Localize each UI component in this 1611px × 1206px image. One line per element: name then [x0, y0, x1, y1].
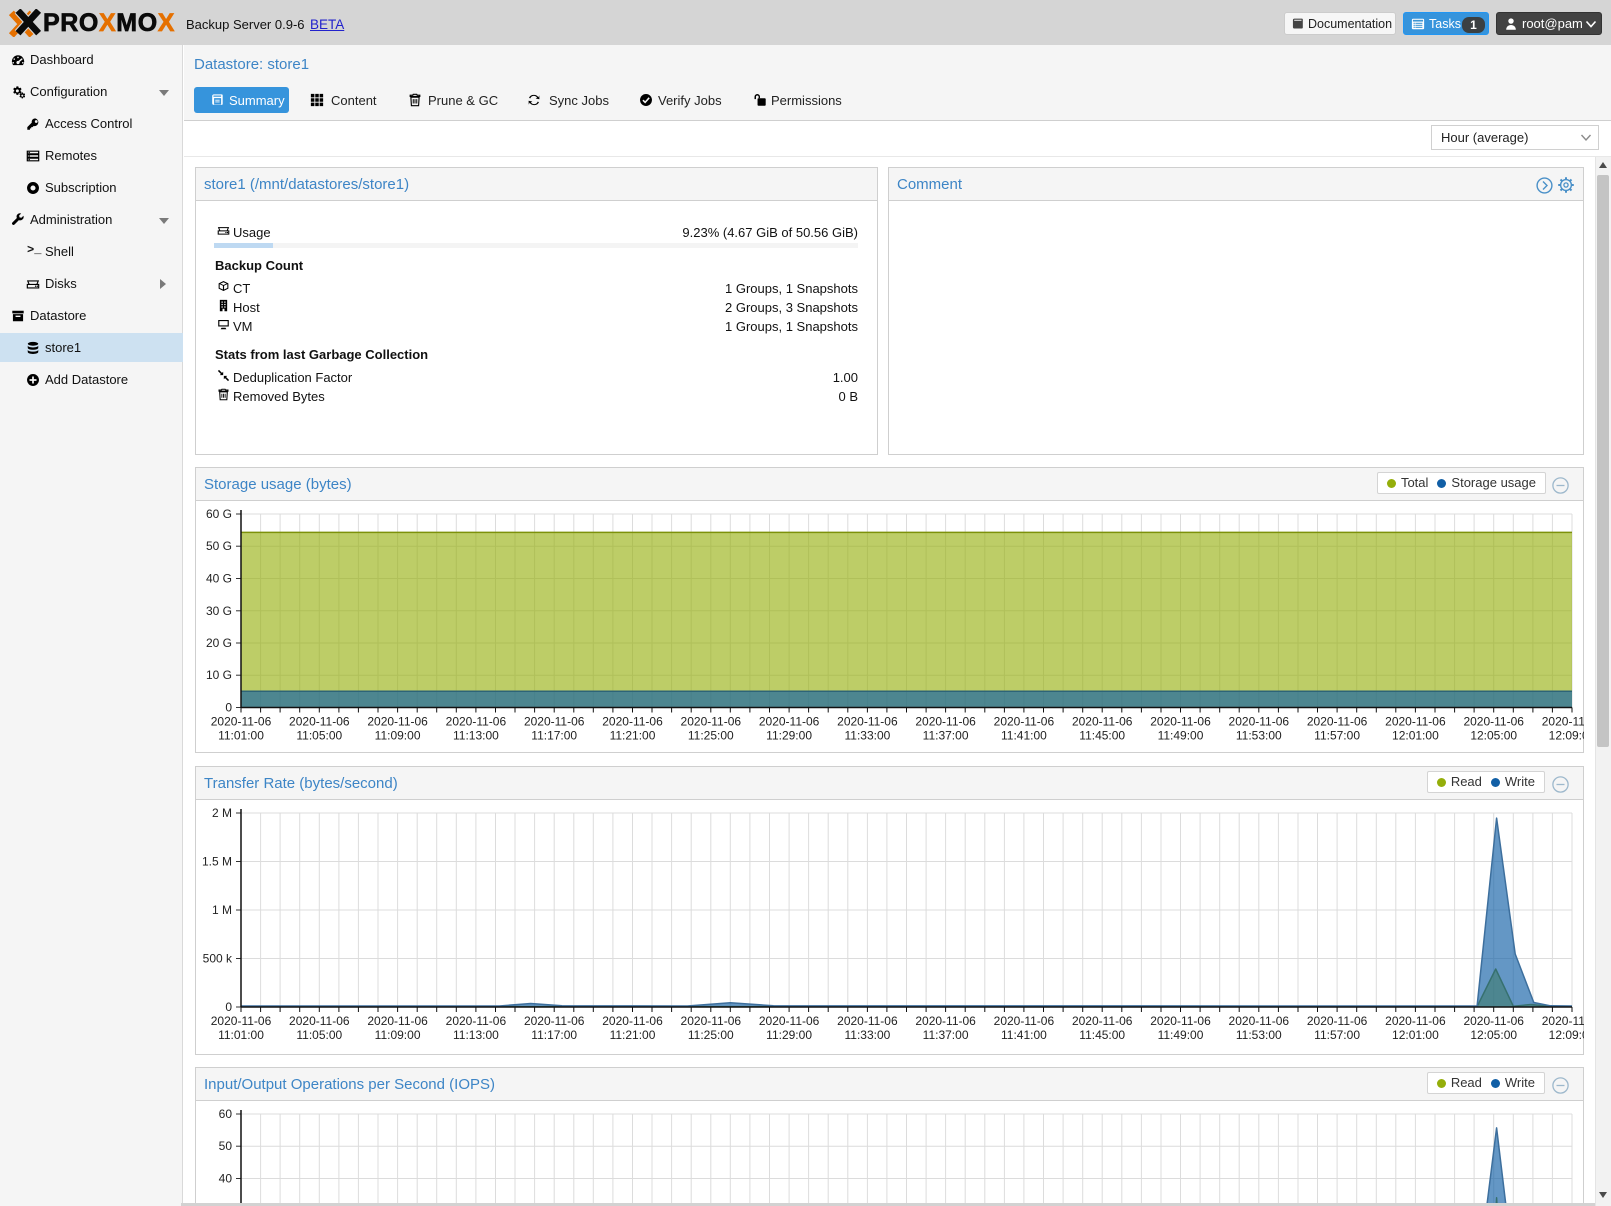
svg-text:11:33:00: 11:33:00: [844, 729, 890, 743]
svg-text:12:05:00: 12:05:00: [1470, 729, 1517, 743]
svg-text:2020-11-06: 2020-11-06: [1072, 1014, 1133, 1028]
svg-text:2020-11-06: 2020-11-06: [759, 1014, 820, 1028]
svg-text:2020-11-06: 2020-11-06: [1150, 1014, 1211, 1028]
svg-text:2020-11-06: 2020-11-06: [446, 715, 507, 729]
svg-text:2020-11-06: 2020-11-06: [1463, 715, 1524, 729]
svg-text:2020-11-06: 2020-11-06: [1150, 715, 1211, 729]
svg-text:2020-11-06: 2020-11-06: [367, 1014, 428, 1028]
svg-text:2020-11-06: 2020-11-06: [681, 715, 742, 729]
svg-text:11:05:00: 11:05:00: [296, 1028, 342, 1042]
svg-text:11:53:00: 11:53:00: [1236, 1028, 1282, 1042]
svg-text:2020-11-06: 2020-11-06: [994, 1014, 1055, 1028]
svg-text:2020-11-06: 2020-11-06: [524, 1014, 585, 1028]
svg-text:11:09:00: 11:09:00: [375, 1028, 421, 1042]
svg-text:2020-11-06: 2020-11-06: [681, 1014, 742, 1028]
svg-text:40: 40: [219, 1172, 233, 1186]
svg-text:11:01:00: 11:01:00: [218, 1028, 264, 1042]
svg-text:11:21:00: 11:21:00: [610, 729, 656, 743]
svg-text:11:41:00: 11:41:00: [1001, 1028, 1047, 1042]
svg-text:11:09:00: 11:09:00: [375, 729, 421, 743]
svg-text:11:45:00: 11:45:00: [1079, 1028, 1125, 1042]
svg-text:2 M: 2 M: [212, 806, 232, 820]
svg-text:11:57:00: 11:57:00: [1314, 729, 1360, 743]
svg-text:30 G: 30 G: [206, 604, 232, 618]
svg-text:2020-11-06: 2020-11-06: [1229, 715, 1290, 729]
svg-text:12:05:00: 12:05:00: [1470, 1028, 1517, 1042]
svg-text:500 k: 500 k: [203, 952, 233, 966]
svg-text:2020-11-06: 2020-11-06: [524, 715, 585, 729]
svg-text:50: 50: [219, 1139, 233, 1153]
svg-text:10 G: 10 G: [206, 668, 232, 682]
svg-text:11:49:00: 11:49:00: [1158, 729, 1204, 743]
svg-text:2020-11-06: 2020-11-06: [1542, 1014, 1584, 1028]
svg-text:0: 0: [225, 1000, 232, 1014]
svg-text:2020-11-06: 2020-11-06: [1307, 715, 1368, 729]
svg-text:1.5 M: 1.5 M: [202, 855, 232, 869]
svg-text:11:25:00: 11:25:00: [688, 729, 734, 743]
svg-text:1 M: 1 M: [212, 903, 232, 917]
svg-text:2020-11-06: 2020-11-06: [837, 715, 898, 729]
svg-text:11:21:00: 11:21:00: [610, 1028, 656, 1042]
svg-text:2020-11-06: 2020-11-06: [1229, 1014, 1290, 1028]
svg-text:2020-11-06: 2020-11-06: [915, 715, 976, 729]
svg-text:11:37:00: 11:37:00: [923, 729, 969, 743]
svg-text:2020-11-06: 2020-11-06: [211, 1014, 272, 1028]
svg-text:60 G: 60 G: [206, 507, 232, 521]
svg-text:12:01:00: 12:01:00: [1392, 729, 1439, 743]
svg-text:2020-11-06: 2020-11-06: [289, 1014, 350, 1028]
svg-text:11:29:00: 11:29:00: [766, 729, 812, 743]
svg-text:2020-11-06: 2020-11-06: [289, 715, 350, 729]
svg-text:11:01:00: 11:01:00: [218, 729, 264, 743]
svg-text:11:17:00: 11:17:00: [531, 729, 577, 743]
svg-text:11:13:00: 11:13:00: [453, 729, 499, 743]
svg-text:12:09:00: 12:09:00: [1549, 1028, 1584, 1042]
svg-text:11:57:00: 11:57:00: [1314, 1028, 1360, 1042]
svg-text:12:01:00: 12:01:00: [1392, 1028, 1439, 1042]
svg-text:2020-11-06: 2020-11-06: [994, 715, 1055, 729]
svg-text:2020-11-06: 2020-11-06: [759, 715, 820, 729]
svg-text:60: 60: [219, 1107, 233, 1121]
svg-text:11:29:00: 11:29:00: [766, 1028, 812, 1042]
svg-text:11:41:00: 11:41:00: [1001, 729, 1047, 743]
svg-text:11:53:00: 11:53:00: [1236, 729, 1282, 743]
svg-text:11:25:00: 11:25:00: [688, 1028, 734, 1042]
svg-text:2020-11-06: 2020-11-06: [915, 1014, 976, 1028]
svg-text:11:17:00: 11:17:00: [531, 1028, 577, 1042]
svg-text:2020-11-06: 2020-11-06: [446, 1014, 507, 1028]
svg-text:50 G: 50 G: [206, 539, 232, 553]
svg-text:2020-11-06: 2020-11-06: [1385, 715, 1446, 729]
svg-text:2020-11-06: 2020-11-06: [602, 715, 663, 729]
svg-text:2020-11-06: 2020-11-06: [211, 715, 272, 729]
svg-text:11:05:00: 11:05:00: [296, 729, 342, 743]
svg-text:2020-11-06: 2020-11-06: [1385, 1014, 1446, 1028]
svg-text:2020-11-06: 2020-11-06: [367, 715, 428, 729]
svg-text:20 G: 20 G: [206, 636, 232, 650]
svg-text:11:13:00: 11:13:00: [453, 1028, 499, 1042]
svg-text:2020-11-06: 2020-11-06: [602, 1014, 663, 1028]
svg-text:11:33:00: 11:33:00: [844, 1028, 890, 1042]
svg-text:2020-11-06: 2020-11-06: [1307, 1014, 1368, 1028]
svg-text:2020-11-06: 2020-11-06: [1072, 715, 1133, 729]
svg-text:11:49:00: 11:49:00: [1158, 1028, 1204, 1042]
svg-text:11:37:00: 11:37:00: [923, 1028, 969, 1042]
svg-text:40 G: 40 G: [206, 572, 232, 586]
svg-text:0: 0: [225, 701, 232, 715]
svg-text:2020-11-06: 2020-11-06: [1542, 715, 1584, 729]
svg-text:2020-11-06: 2020-11-06: [1463, 1014, 1524, 1028]
svg-text:2020-11-06: 2020-11-06: [837, 1014, 898, 1028]
svg-text:11:45:00: 11:45:00: [1079, 729, 1125, 743]
svg-text:12:09:00: 12:09:00: [1549, 729, 1584, 743]
